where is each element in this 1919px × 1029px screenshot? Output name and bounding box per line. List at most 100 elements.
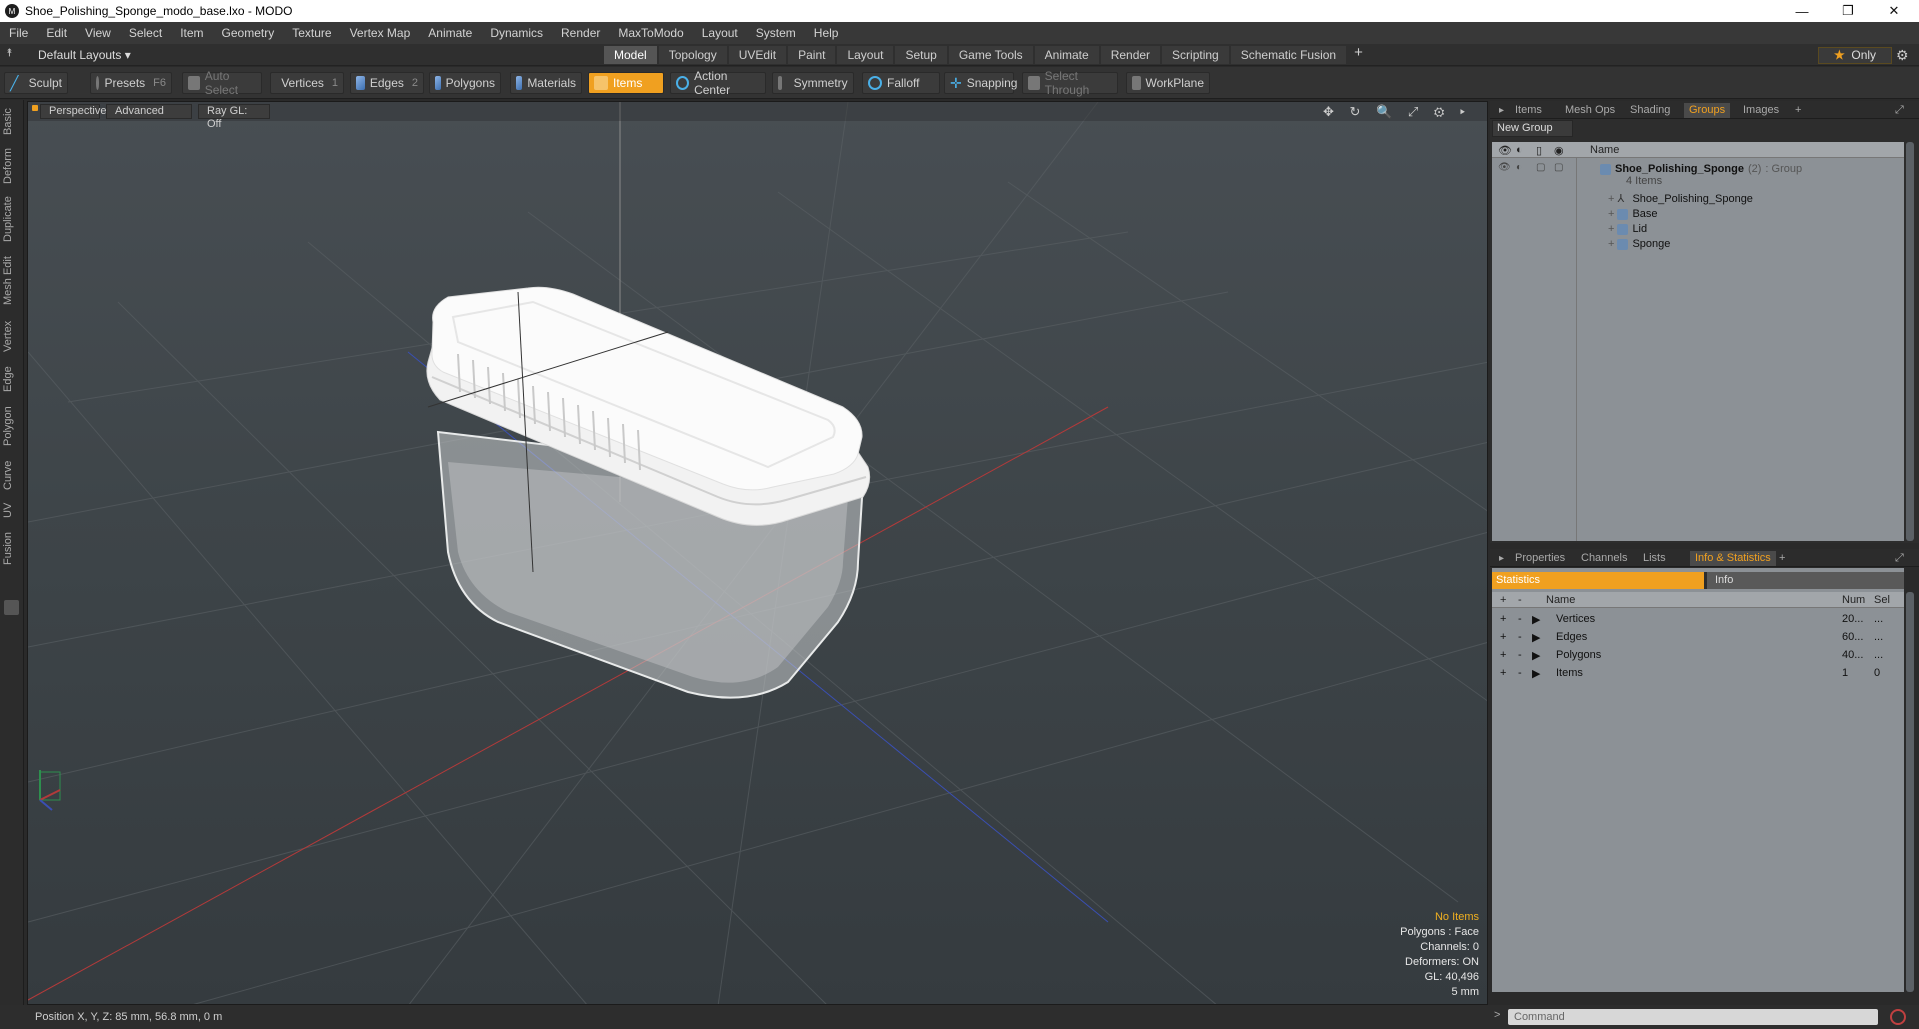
expand-icon[interactable]: ⤢ <box>1890 103 1909 118</box>
info-tab[interactable]: Info <box>1707 572 1904 589</box>
menu-layout[interactable]: Layout <box>693 26 747 40</box>
tab-model[interactable]: Model <box>604 46 657 64</box>
auto-select-button[interactable]: Auto Select <box>182 69 262 97</box>
statistics-tab[interactable]: Statistics <box>1492 572 1704 589</box>
tab-layout[interactable]: Layout <box>837 46 894 64</box>
close-button[interactable]: ✕ <box>1871 0 1917 22</box>
tab-images[interactable]: Images <box>1738 103 1784 118</box>
tree-item-sponge[interactable]: + Sponge <box>1608 235 1670 253</box>
minimize-button[interactable]: — <box>1779 0 1825 22</box>
menu-dynamics[interactable]: Dynamics <box>481 26 552 40</box>
view-mode-button[interactable]: Perspective <box>40 104 106 119</box>
tab-animate[interactable]: Animate <box>1034 46 1099 64</box>
new-group-button[interactable]: New Group <box>1492 120 1573 137</box>
left-tab-mesh-edit[interactable]: Mesh Edit <box>2 252 22 310</box>
3d-viewport[interactable]: Perspective Advanced Ray GL: Off ✥ ↻ 🔍 ⤢… <box>27 101 1488 1005</box>
menu-vertex-map[interactable]: Vertex Map <box>341 26 420 40</box>
menu-system[interactable]: System <box>747 26 805 40</box>
expand-icon[interactable]: ⤢ <box>1890 551 1909 566</box>
tab-items[interactable]: Items <box>1510 103 1547 118</box>
group-render-icon[interactable]: ◐ <box>1516 162 1522 173</box>
falloff-button[interactable]: Falloff <box>862 72 940 94</box>
add-panel-tab-button[interactable]: + <box>1774 551 1790 566</box>
items-button[interactable]: Items <box>588 72 664 94</box>
expand-all-icon[interactable]: + <box>1500 594 1506 606</box>
menu-item[interactable]: Item <box>171 26 212 40</box>
advanced-button[interactable]: Advanced <box>106 104 192 119</box>
stat-row-polygons[interactable]: + - ▶ Polygons 40... ... <box>1492 646 1904 664</box>
gear-icon[interactable]: ⚙ <box>1896 47 1909 64</box>
group-eye-icon[interactable]: 👁 <box>1498 162 1511 173</box>
snapping-button[interactable]: ✛ Snapping <box>944 72 1017 94</box>
command-input[interactable]: Command <box>1508 1009 1878 1025</box>
panel-menu-icon[interactable]: ▸ <box>1494 551 1509 566</box>
only-toggle[interactable]: ★ Only <box>1818 47 1892 64</box>
tab-render[interactable]: Render <box>1100 46 1161 64</box>
menu-edit[interactable]: Edit <box>37 26 76 40</box>
stat-row-items[interactable]: + - ▶ Items 1 0 <box>1492 664 1904 682</box>
presets-label: Presets <box>104 76 146 90</box>
left-panel-toggle[interactable] <box>4 600 19 615</box>
tab-topology[interactable]: Topology <box>658 46 727 64</box>
layout-toggle-icon[interactable]: ⯭ <box>6 47 22 63</box>
tab-properties[interactable]: Properties <box>1510 551 1570 566</box>
tab-game-tools[interactable]: Game Tools <box>948 46 1033 64</box>
symmetry-button[interactable]: Symmetry <box>772 72 854 94</box>
left-tab-edge[interactable]: Edge <box>2 362 22 396</box>
statistics-scrollbar[interactable] <box>1906 592 1914 992</box>
menu-file[interactable]: File <box>0 26 37 40</box>
left-tab-uv[interactable]: UV <box>2 498 22 522</box>
workplane-button[interactable]: WorkPlane <box>1126 72 1210 94</box>
tab-uvedit[interactable]: UVEdit <box>728 46 787 64</box>
vertices-button[interactable]: Vertices 1 <box>270 72 344 94</box>
select-through-button[interactable]: Select Through <box>1022 69 1118 97</box>
left-tab-vertex[interactable]: Vertex <box>2 316 22 356</box>
tab-lists[interactable]: Lists <box>1638 551 1671 566</box>
collapse-all-icon[interactable]: - <box>1518 594 1522 606</box>
default-layouts-dropdown[interactable]: Default Layouts ▾ <box>38 48 131 62</box>
stat-row-edges[interactable]: + - ▶ Edges 60... ... <box>1492 628 1904 646</box>
group-select-icon[interactable]: ▢ <box>1554 162 1563 173</box>
left-tab-polygon[interactable]: Polygon <box>2 402 22 450</box>
left-tab-deform[interactable]: Deform <box>2 144 22 188</box>
tab-channels[interactable]: Channels <box>1576 551 1632 566</box>
tab-paint[interactable]: Paint <box>788 46 836 64</box>
menu-texture[interactable]: Texture <box>283 26 340 40</box>
left-tab-basic[interactable]: Basic <box>2 104 22 140</box>
groups-scrollbar[interactable] <box>1906 142 1914 541</box>
tab-info-statistics[interactable]: Info & Statistics <box>1690 551 1776 566</box>
action-center-button[interactable]: Action Center <box>670 69 766 97</box>
record-icon[interactable] <box>1890 1009 1906 1025</box>
tab-groups[interactable]: Groups <box>1684 103 1731 118</box>
menu-animate[interactable]: Animate <box>419 26 481 40</box>
menu-view[interactable]: View <box>76 26 120 40</box>
tab-schematic-fusion[interactable]: Schematic Fusion <box>1230 46 1347 64</box>
panel-menu-icon[interactable]: ▸ <box>1494 103 1509 118</box>
tab-shading[interactable]: Shading <box>1625 103 1675 118</box>
materials-button[interactable]: Materials <box>510 72 582 94</box>
menu-help[interactable]: Help <box>805 26 848 40</box>
sponge-box-model[interactable] <box>426 286 871 699</box>
tab-scripting[interactable]: Scripting <box>1162 46 1229 64</box>
add-tab-button[interactable]: + <box>1348 45 1369 64</box>
menu-select[interactable]: Select <box>120 26 171 40</box>
sculpt-button[interactable]: ╱ Sculpt <box>4 72 68 94</box>
left-tab-curve[interactable]: Curve <box>2 456 22 494</box>
viewport-nav-icons[interactable]: ✥ ↻ 🔍 ⤢ ⚙ ▸ <box>1323 104 1471 120</box>
stat-row-vertices[interactable]: + - ▶ Vertices 20... ... <box>1492 610 1904 628</box>
axis-gizmo <box>39 770 61 811</box>
menu-render[interactable]: Render <box>552 26 609 40</box>
add-panel-tab-button[interactable]: + <box>1790 103 1806 118</box>
raygl-button[interactable]: Ray GL: Off <box>198 104 270 130</box>
group-lock-icon[interactable]: ▢ <box>1536 162 1545 173</box>
polygons-button[interactable]: Polygons <box>429 72 501 94</box>
left-tab-fusion[interactable]: Fusion <box>2 528 22 568</box>
edges-button[interactable]: Edges 2 <box>350 72 424 94</box>
maximize-button[interactable]: ❐ <box>1825 0 1871 22</box>
presets-button[interactable]: Presets F6 <box>90 72 172 94</box>
left-tab-duplicate[interactable]: Duplicate <box>2 192 22 246</box>
menu-maxtomodo[interactable]: MaxToModo <box>609 26 692 40</box>
menu-geometry[interactable]: Geometry <box>213 26 284 40</box>
tab-mesh-ops[interactable]: Mesh Ops <box>1560 103 1620 118</box>
tab-setup[interactable]: Setup <box>895 46 947 64</box>
